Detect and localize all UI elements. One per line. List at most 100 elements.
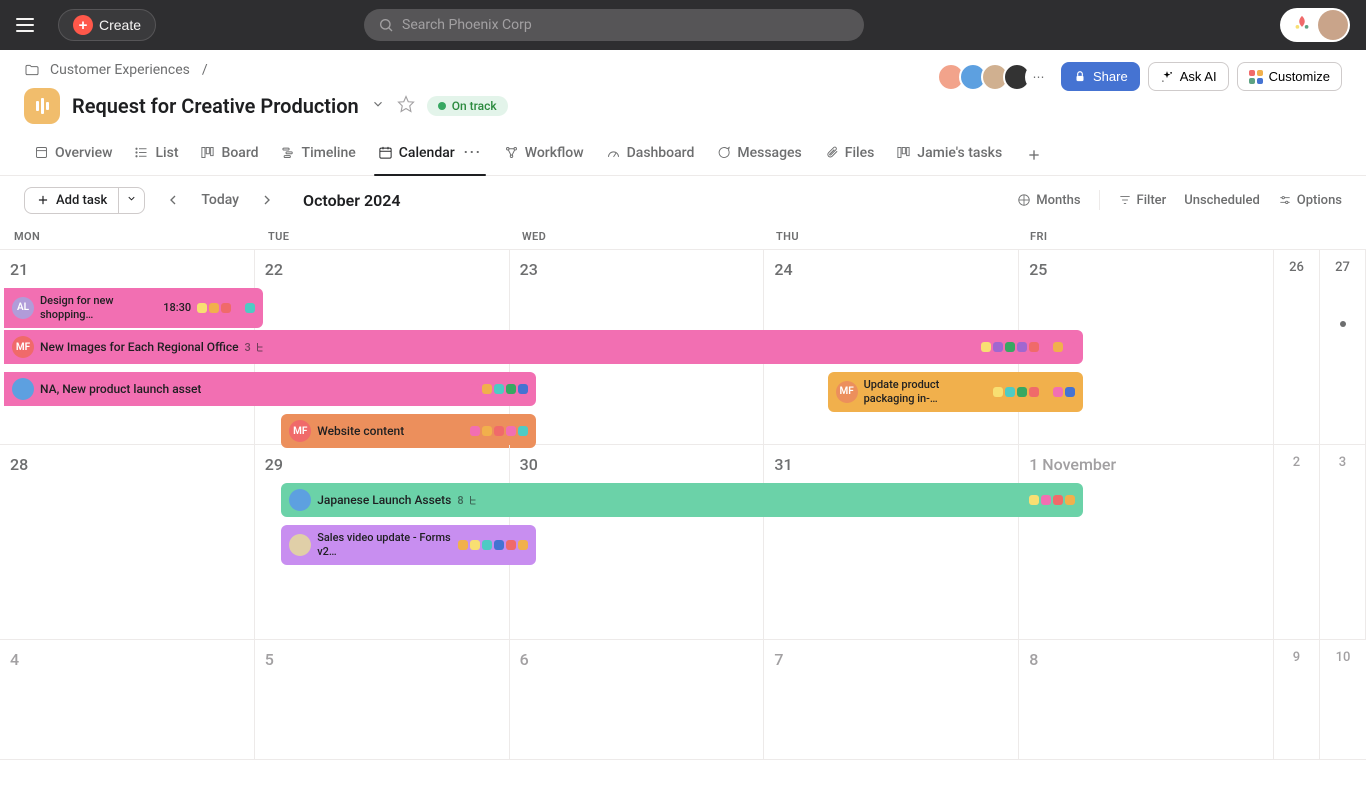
calendar-day[interactable]: 6 xyxy=(510,640,765,759)
add-task-dropdown[interactable] xyxy=(119,188,144,213)
subtask-icon xyxy=(254,341,266,353)
prev-month-button[interactable] xyxy=(159,186,187,214)
options-button[interactable]: Options xyxy=(1278,193,1342,208)
chevron-right-icon xyxy=(259,192,275,208)
celebration-icon xyxy=(1290,13,1314,37)
assignee-avatar: MF xyxy=(836,381,858,403)
tab-more-icon[interactable]: ⋯ xyxy=(463,142,482,163)
search-input[interactable]: Search Phoenix Corp xyxy=(364,9,864,41)
filter-button[interactable]: Filter xyxy=(1118,193,1167,208)
subtask-count: 3 xyxy=(245,341,266,354)
calendar-day[interactable]: 31 xyxy=(764,445,1019,639)
customize-label: Customize xyxy=(1269,69,1330,84)
tab-files[interactable]: Files xyxy=(814,137,885,173)
calendar-week-row: 28 29 30 31 1 November 2 3 Japanese Laun… xyxy=(0,445,1366,640)
calendar-day[interactable]: 1 November xyxy=(1019,445,1274,639)
member-more: ⋯ xyxy=(1025,63,1053,91)
weekday-tue: TUE xyxy=(258,224,512,249)
tab-list[interactable]: List xyxy=(124,137,188,173)
assignee-avatar xyxy=(289,534,311,556)
profile-menu[interactable] xyxy=(1280,8,1350,42)
add-task-button[interactable]: Add task xyxy=(25,188,119,213)
calendar-event[interactable]: Japanese Launch Assets 8 xyxy=(281,483,1083,517)
assignee-avatar xyxy=(12,378,34,400)
calendar-small-icon xyxy=(1017,193,1031,207)
share-button[interactable]: Share xyxy=(1061,62,1140,91)
current-month: October 2024 xyxy=(303,191,401,210)
unscheduled-button[interactable]: Unscheduled xyxy=(1184,193,1260,208)
event-tags xyxy=(197,303,255,313)
calendar-event[interactable]: NA, New product launch asset xyxy=(4,372,536,406)
calendar-day[interactable]: 8 xyxy=(1019,640,1274,759)
weekday-mon: MON xyxy=(4,224,258,249)
calendar-day[interactable]: 5 xyxy=(255,640,510,759)
calendar-event[interactable]: AL Design for new shopping… 18:30 xyxy=(4,288,263,328)
event-tags xyxy=(470,426,528,436)
status-badge[interactable]: On track xyxy=(427,96,508,116)
member-avatars[interactable]: ⋯ xyxy=(943,63,1053,91)
create-button[interactable]: + Create xyxy=(58,9,156,41)
status-dot-icon xyxy=(438,102,446,110)
grid-icon xyxy=(1249,70,1263,84)
tab-jamies-tasks[interactable]: Jamie's tasks xyxy=(886,137,1012,173)
plus-icon xyxy=(36,193,50,207)
sliders-icon xyxy=(1278,193,1292,207)
weekday-fri: FRI xyxy=(1020,224,1274,249)
ask-ai-label: Ask AI xyxy=(1180,69,1217,84)
tab-board[interactable]: Board xyxy=(190,137,268,173)
calendar-day[interactable]: 28 xyxy=(0,445,255,639)
tab-dashboard[interactable]: Dashboard xyxy=(596,137,705,173)
calendar-day[interactable]: 4 xyxy=(0,640,255,759)
subtask-icon xyxy=(467,494,479,506)
calendar-day-weekend[interactable]: 9 xyxy=(1274,640,1320,759)
share-label: Share xyxy=(1093,69,1128,84)
plus-icon: + xyxy=(73,15,93,35)
customize-button[interactable]: Customize xyxy=(1237,62,1342,91)
tab-overview[interactable]: Overview xyxy=(24,137,122,173)
project-menu-caret[interactable] xyxy=(371,97,385,115)
search-icon xyxy=(378,17,394,33)
ask-ai-button[interactable]: Ask AI xyxy=(1148,62,1229,91)
event-tags xyxy=(1029,495,1075,505)
sparkle-icon xyxy=(1160,70,1174,84)
calendar-event[interactable]: MF Update product packaging in-… xyxy=(828,372,1083,412)
event-indicator-dot xyxy=(1340,321,1346,327)
today-button[interactable]: Today xyxy=(201,192,239,208)
calendar-week-row: 21 22 23 24 25 26 27 AL Design for new s… xyxy=(0,250,1366,445)
add-tab-button[interactable] xyxy=(1022,143,1046,167)
calendar-day-weekend[interactable]: 27 xyxy=(1320,250,1366,444)
tab-timeline[interactable]: Timeline xyxy=(271,137,366,173)
calendar-day-weekend[interactable]: 10 xyxy=(1320,640,1366,759)
calendar-day-weekend[interactable]: 26 xyxy=(1274,250,1320,444)
lock-icon xyxy=(1073,70,1087,84)
menu-icon[interactable] xyxy=(16,11,44,39)
top-bar: + Create Search Phoenix Corp xyxy=(0,0,1366,50)
calendar-event[interactable]: MF Website content xyxy=(281,414,536,448)
calendar-weekday-header: MON TUE WED THU FRI xyxy=(0,224,1366,250)
divider xyxy=(1099,190,1100,210)
weekday-thu: THU xyxy=(766,224,1020,249)
folder-icon xyxy=(24,62,40,78)
calendar-event[interactable]: Sales video update - Forms v2… xyxy=(281,525,536,565)
chevron-down-icon xyxy=(126,193,137,204)
tab-calendar[interactable]: Calendar⋯ xyxy=(368,134,492,175)
calendar-day[interactable]: 30 xyxy=(510,445,765,639)
breadcrumb-parent[interactable]: Customer Experiences xyxy=(50,62,190,78)
months-view-button[interactable]: Months xyxy=(1017,193,1080,208)
project-title[interactable]: Request for Creative Production xyxy=(72,94,359,118)
calendar-event[interactable]: MF New Images for Each Regional Office 3 xyxy=(4,330,1083,364)
tab-workflow[interactable]: Workflow xyxy=(494,137,594,173)
calendar-day-weekend[interactable]: 2 xyxy=(1274,445,1320,639)
event-tags xyxy=(470,384,528,394)
calendar-day-weekend[interactable]: 3 xyxy=(1320,445,1366,639)
subtask-count: 8 xyxy=(457,494,478,507)
weekday-wed: WED xyxy=(512,224,766,249)
next-month-button[interactable] xyxy=(253,186,281,214)
calendar-day[interactable]: 7 xyxy=(764,640,1019,759)
tab-messages[interactable]: Messages xyxy=(706,137,811,173)
event-tags xyxy=(981,342,1075,352)
project-tabs: Overview List Board Timeline Calendar⋯ W… xyxy=(0,134,1366,176)
avatar xyxy=(1318,10,1348,40)
event-tags xyxy=(993,387,1075,397)
star-icon[interactable] xyxy=(397,95,415,117)
